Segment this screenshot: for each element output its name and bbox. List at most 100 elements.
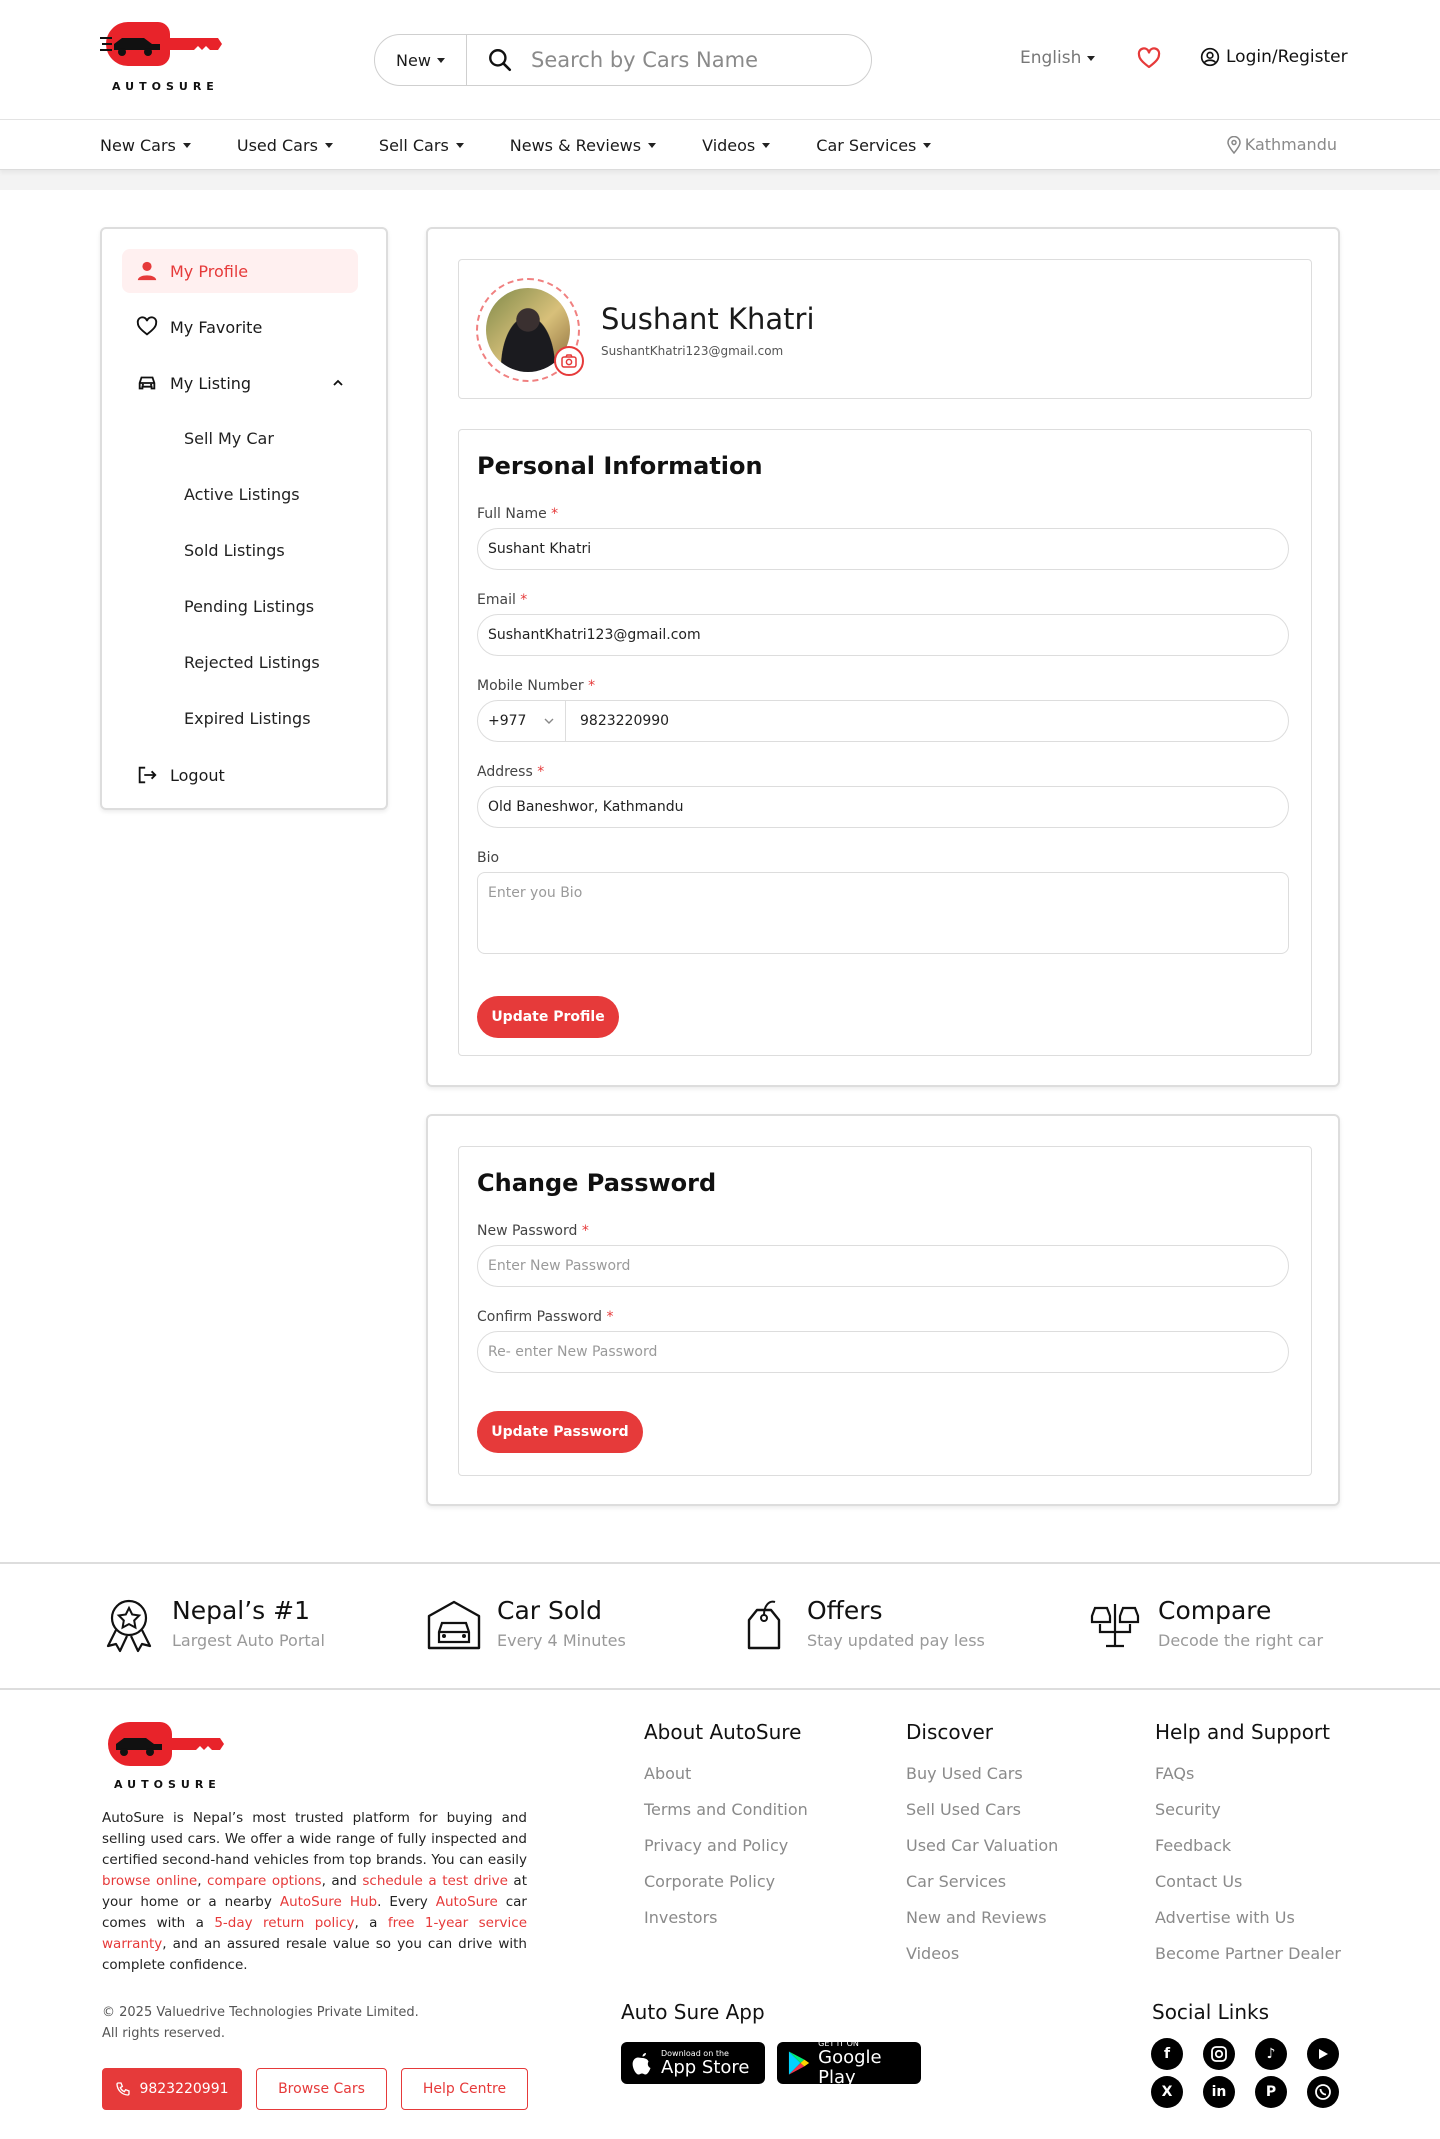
apple-icon — [632, 2053, 651, 2075]
heart-icon[interactable] — [1137, 47, 1161, 71]
pinterest-icon[interactable]: P — [1255, 2076, 1287, 2108]
feature-title: Nepal’s #1 — [172, 1596, 310, 1625]
profile-header-card: Sushant Khatri SushantKhatri123@gmail.co… — [458, 259, 1312, 399]
app-title: Auto Sure App — [621, 2000, 765, 2024]
language-selector[interactable]: English — [1020, 48, 1096, 68]
sidebar-sub-expired-listings[interactable]: Expired Listings — [184, 709, 311, 728]
sidebar-item-logout[interactable]: Logout — [122, 753, 358, 797]
autosure-hub-link[interactable]: AutoSure Hub — [280, 1894, 377, 1910]
search-icon[interactable] — [487, 47, 513, 73]
feature-nepals-1: Nepal’s #1 Largest Auto Portal — [100, 1596, 325, 1654]
footer-link-partner-dealer[interactable]: Become Partner Dealer — [1155, 1944, 1341, 1963]
location-selector[interactable]: Kathmandu — [1226, 135, 1337, 154]
footer-link-investors[interactable]: Investors — [644, 1908, 717, 1927]
tiktok-icon[interactable]: ♪ — [1255, 2038, 1287, 2070]
bio-textarea[interactable]: Enter you Bio — [477, 872, 1289, 954]
return-policy-link[interactable]: 5-day return policy — [214, 1915, 354, 1931]
change-password-card: Change Password New Password * Enter New… — [458, 1146, 1312, 1476]
footer-link-feedback[interactable]: Feedback — [1155, 1836, 1231, 1855]
account-sidebar: My Profile My Favorite My Listing Sell M… — [100, 227, 388, 810]
footer-link-news-reviews[interactable]: New and Reviews — [906, 1908, 1047, 1927]
country-code-select[interactable]: +977 — [478, 701, 566, 741]
nav-news-reviews[interactable]: News & Reviews — [510, 136, 657, 155]
footer-link-car-services[interactable]: Car Services — [906, 1872, 1006, 1891]
feature-subtitle: Decode the right car — [1158, 1631, 1324, 1650]
badge-big-text: Google Play — [818, 2046, 882, 2088]
sidebar-sub-pending-listings[interactable]: Pending Listings — [184, 597, 314, 616]
new-password-label: New Password * — [477, 1223, 589, 1239]
email-field[interactable]: SushantKhatri123@gmail.com — [477, 614, 1289, 656]
nav-sell-cars[interactable]: Sell Cars — [379, 136, 464, 155]
full-name-field[interactable]: Sushant Khatri — [477, 528, 1289, 570]
confirm-password-label: Confirm Password * — [477, 1309, 614, 1325]
phone-icon — [116, 2082, 131, 2096]
feature-title: Compare — [1158, 1596, 1272, 1625]
address-field[interactable]: Old Baneshwor, Kathmandu — [477, 786, 1289, 828]
footer-link-buy-used[interactable]: Buy Used Cars — [906, 1764, 1023, 1783]
sidebar-item-my-listing[interactable]: My Listing — [122, 361, 358, 405]
mobile-number-input[interactable]: 9823220990 — [566, 713, 669, 729]
app-store-badge[interactable]: Download on the App Store — [621, 2042, 765, 2084]
nav-new-cars[interactable]: New Cars — [100, 136, 191, 155]
personal-information-card: Personal Information Full Name * Sushant… — [458, 429, 1312, 1056]
sidebar-sub-active-listings[interactable]: Active Listings — [184, 485, 300, 504]
sidebar-item-my-favorite[interactable]: My Favorite — [122, 305, 358, 349]
nav-car-services[interactable]: Car Services — [816, 136, 932, 155]
youtube-icon[interactable] — [1307, 2038, 1339, 2070]
sidebar-label: My Listing — [170, 373, 252, 393]
sidebar-sub-sell-my-car[interactable]: Sell My Car — [184, 429, 274, 448]
login-label: Login/Register — [1226, 47, 1348, 67]
google-play-badge[interactable]: GET IT ON Google Play — [777, 2039, 921, 2087]
feature-title: Car Sold — [497, 1596, 602, 1625]
browse-cars-button[interactable]: Browse Cars — [256, 2068, 387, 2110]
copyright: © 2025 Valuedrive Technologies Private L… — [102, 2005, 419, 2041]
footer-link-corporate[interactable]: Corporate Policy — [644, 1872, 775, 1891]
phone-button[interactable]: 9823220991 — [102, 2068, 242, 2110]
chevron-up-icon[interactable] — [332, 377, 344, 389]
footer-link-valuation[interactable]: Used Car Valuation — [906, 1836, 1058, 1855]
footer-link-contact[interactable]: Contact Us — [1155, 1872, 1242, 1891]
bio-label: Bio — [477, 850, 500, 866]
email-label: Email * — [477, 592, 528, 608]
sidebar-sub-rejected-listings[interactable]: Rejected Listings — [184, 653, 320, 672]
footer-link-videos[interactable]: Videos — [906, 1944, 959, 1963]
update-profile-button[interactable]: Update Profile — [477, 996, 619, 1038]
chevron-down-icon — [1087, 55, 1096, 61]
search-input[interactable] — [531, 48, 851, 72]
address-label: Address * — [477, 764, 545, 780]
browse-online-link[interactable]: browse online — [102, 1873, 197, 1889]
footer-link-about[interactable]: About — [644, 1764, 691, 1783]
autosure-logo[interactable]: AUTOSURE — [102, 1718, 226, 1796]
linkedin-icon[interactable]: in — [1203, 2076, 1235, 2108]
footer-link-terms[interactable]: Terms and Condition — [644, 1800, 808, 1819]
update-password-button[interactable]: Update Password — [477, 1411, 643, 1453]
sidebar-sub-sold-listings[interactable]: Sold Listings — [184, 541, 285, 560]
price-tag-icon — [747, 1600, 781, 1650]
footer-link-privacy[interactable]: Privacy and Policy — [644, 1836, 788, 1855]
nav-used-cars[interactable]: Used Cars — [237, 136, 333, 155]
new-password-field[interactable]: Enter New Password — [477, 1245, 1289, 1287]
nav-videos[interactable]: Videos — [702, 135, 771, 155]
feature-subtitle: Every 4 Minutes — [497, 1631, 626, 1650]
schedule-test-drive-link[interactable]: schedule a test drive — [362, 1873, 508, 1889]
footer-link-security[interactable]: Security — [1155, 1800, 1221, 1819]
feature-compare: Compare Decode the right car — [1086, 1596, 1323, 1654]
sidebar-item-my-profile[interactable]: My Profile — [122, 249, 358, 293]
footer-link-faqs[interactable]: FAQs — [1155, 1764, 1194, 1783]
footer-link-advertise[interactable]: Advertise with Us — [1155, 1908, 1295, 1927]
confirm-password-field[interactable]: Re- enter New Password — [477, 1331, 1289, 1373]
facebook-icon[interactable]: f — [1151, 2038, 1183, 2070]
login-register-link[interactable]: Login/Register — [1200, 47, 1348, 67]
help-centre-button[interactable]: Help Centre — [401, 2068, 528, 2110]
password-panel: Change Password New Password * Enter New… — [426, 1114, 1340, 1506]
compare-options-link[interactable]: compare options — [207, 1873, 322, 1889]
autosure-link[interactable]: AutoSure — [436, 1894, 498, 1910]
autosure-logo[interactable]: AUTOSURE — [100, 18, 224, 96]
nav-label: Videos — [702, 135, 756, 155]
whatsapp-icon[interactable] — [1307, 2076, 1339, 2108]
instagram-icon[interactable] — [1203, 2038, 1235, 2070]
search-filter-dropdown[interactable]: New — [375, 35, 467, 85]
camera-icon[interactable] — [554, 346, 584, 376]
footer-link-sell-used[interactable]: Sell Used Cars — [906, 1800, 1021, 1819]
x-twitter-icon[interactable]: X — [1151, 2076, 1183, 2108]
